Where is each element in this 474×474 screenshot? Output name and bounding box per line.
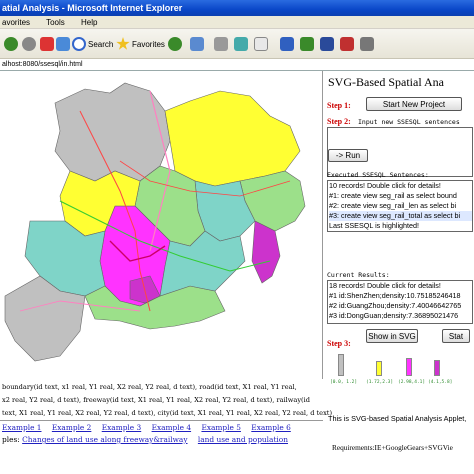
back-button[interactable] (4, 35, 20, 53)
region-gray-north[interactable] (54, 82, 171, 182)
example-5-link[interactable]: Example 5 (201, 423, 241, 432)
legend-range-1: [0.0, 1.2] (330, 380, 358, 385)
step2-label: Step 2: (327, 117, 351, 126)
ext-button-2[interactable] (340, 35, 356, 53)
favorites-button[interactable]: Favorites (116, 35, 165, 53)
schema-line-2: x2 real, Y2 real, d text), freeway(id te… (2, 396, 310, 404)
result-line[interactable]: 18 records! Double click for details! (329, 281, 472, 291)
control-panel: SVG-Based Spatial Ana Step 1: Start New … (324, 71, 474, 474)
forward-arrow-icon (22, 37, 36, 51)
legend-range-4: (4.1,5.8] (428, 380, 453, 385)
applet-description: This is SVG-based Spatial Analysis Apple… (328, 414, 467, 423)
messenger-icon (300, 37, 314, 51)
panel-title: SVG-Based Spatial Ana (328, 75, 444, 89)
example-1-link[interactable]: Example 1 (2, 423, 42, 432)
extension-icon (320, 37, 334, 51)
window-title: atial Analysis - Microsoft Internet Expl… (2, 3, 183, 13)
schema-line-3: text, X1 real, Y1 real, X2 real, Y2 real… (2, 409, 333, 417)
history-icon (168, 37, 182, 51)
address-bar[interactable]: alhost:8080/ssesql/in.html (0, 59, 474, 71)
result-line[interactable]: #2 id:GuangZhou;density:7.40046642765 (329, 301, 472, 311)
executed-line[interactable]: 10 records! Double click for details! (329, 181, 472, 191)
topic-land-use-freeway-link[interactable]: Changes of land use along freeway&railwa… (22, 435, 187, 444)
example-4-link[interactable]: Example 4 (152, 423, 192, 432)
favorites-label: Favorites (132, 39, 165, 49)
examples-row: Example 1 Example 2 Example 3 Example 4 … (2, 423, 299, 432)
forward-button[interactable] (22, 35, 38, 53)
research-icon (280, 37, 294, 51)
legend-range-3: (2.98,4.1] (398, 380, 426, 385)
stat-button[interactable]: Stat (442, 329, 470, 343)
run-button[interactable]: -> Run (328, 149, 368, 162)
mail-icon (190, 37, 204, 51)
star-icon (116, 37, 130, 50)
address-url: alhost:8080/ssesql/in.html (2, 61, 83, 68)
requirements-text: Requirements:IE+GoogleGears+SVGVie (332, 443, 453, 452)
ext-button-3[interactable] (360, 35, 376, 53)
example-topics-row: ples: Changes of land use along freeway&… (2, 435, 296, 444)
example-3-link[interactable]: Example 3 (102, 423, 142, 432)
menu-bar: avorites Tools Help (0, 16, 474, 29)
example-6-link[interactable]: Example 6 (251, 423, 291, 432)
print-icon (214, 37, 228, 51)
legend-range-2: (1.72,2.3] (366, 380, 394, 385)
discuss-button[interactable] (254, 35, 270, 53)
search-button[interactable]: Search (72, 35, 113, 53)
menu-tools[interactable]: Tools (46, 18, 65, 27)
refresh-button[interactable] (56, 35, 72, 53)
executed-label: Executed SSESQL Sentences: (327, 171, 429, 179)
menu-favorites[interactable]: avorites (2, 18, 30, 27)
show-in-svg-button[interactable]: Show in SVG (366, 329, 418, 343)
step3-label: Step 3: (327, 339, 351, 348)
ext-button-1[interactable] (320, 35, 336, 53)
print-button[interactable] (214, 35, 230, 53)
schema-line-1: boundary(id text, x1 real, Y1 real, X2 r… (2, 383, 297, 391)
messenger-button[interactable] (300, 35, 316, 53)
map-area[interactable] (0, 71, 323, 379)
stop-button[interactable] (40, 35, 56, 53)
executed-line[interactable]: #3: create view seg_rail_total as select… (329, 211, 472, 221)
start-new-project-button[interactable]: Start New Project (366, 97, 462, 111)
refresh-icon (56, 37, 70, 51)
research-button[interactable] (280, 35, 296, 53)
result-line[interactable]: #3 id:DongGuan;density:7.36895021476 (329, 311, 472, 321)
example-2-link[interactable]: Example 2 (52, 423, 92, 432)
divider (0, 420, 323, 421)
region-map[interactable] (0, 71, 323, 379)
edit-icon (234, 37, 248, 51)
search-label: Search (88, 39, 114, 49)
result-line[interactable]: #1 id:ShenZhen;density:10.75185246418 (329, 291, 472, 301)
edit-button[interactable] (234, 35, 250, 53)
legend-bar-magenta (406, 358, 412, 376)
results-list[interactable]: 18 records! Double click for details! #1… (327, 280, 473, 324)
executed-line[interactable]: #1: create view seg_rail as select bound (329, 191, 472, 201)
current-results-label: Current Results: (327, 271, 390, 279)
menu-help[interactable]: Help (81, 18, 97, 27)
extension-icon (340, 37, 354, 51)
window-title-bar: atial Analysis - Microsoft Internet Expl… (0, 0, 474, 16)
executed-line[interactable]: Last SSESQL is highlighted! (329, 221, 472, 231)
history-button[interactable] (168, 35, 184, 53)
legend-bar-yellow (376, 361, 382, 376)
examples-prefix: ples: (2, 435, 20, 444)
schema-panel: boundary(id text, x1 real, Y1 real, X2 r… (0, 379, 332, 474)
stop-icon (40, 37, 54, 51)
executed-line[interactable]: #2: create view seg_rail_len as select b… (329, 201, 472, 211)
step1-label: Step 1: (327, 101, 351, 110)
mail-button[interactable] (190, 35, 206, 53)
toolbar: Search Favorites (0, 29, 474, 59)
step2-instruction: Input new SSESQL sentences (358, 118, 460, 126)
executed-list[interactable]: 10 records! Double click for details! #1… (327, 180, 473, 232)
extension-icon (360, 37, 374, 51)
discuss-icon (254, 37, 268, 51)
search-icon (72, 37, 86, 51)
legend-bar-purple (434, 360, 440, 376)
region-yellow-north[interactable] (164, 90, 301, 187)
back-arrow-icon (4, 37, 18, 51)
legend-bar-gray (338, 354, 344, 376)
topic-land-use-population-link[interactable]: land use and population (198, 435, 288, 444)
